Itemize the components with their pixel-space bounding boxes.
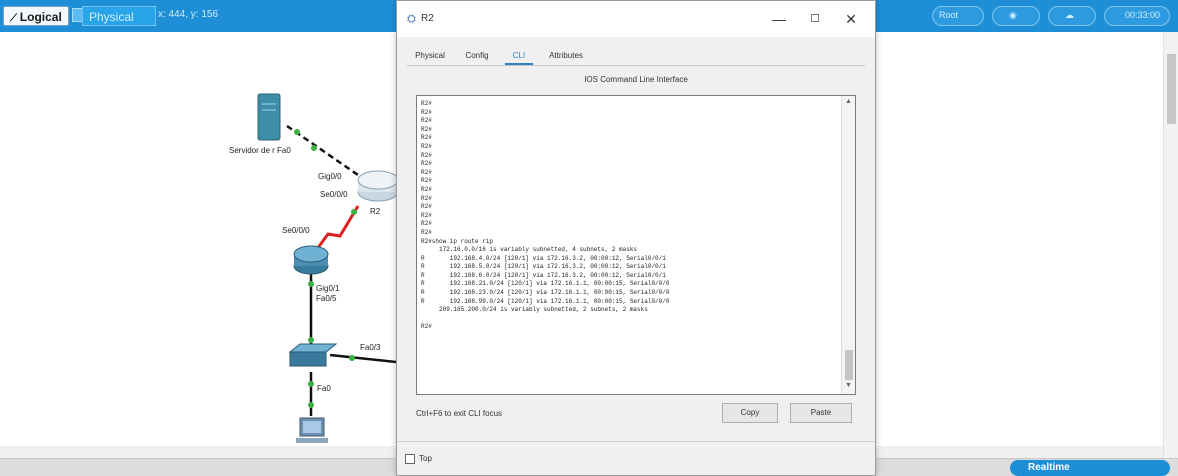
realtime-label: Realtime: [1028, 462, 1070, 473]
right-toolbar: Root ◉ ☁ 00:33:00: [932, 6, 1172, 26]
root-button[interactable]: Root: [932, 6, 984, 26]
console-line: R2#: [421, 134, 432, 142]
network-topology: [257, 93, 396, 443]
cloud-icon: ☁: [1065, 10, 1074, 20]
router-r2-device[interactable]: [357, 170, 396, 202]
server-device[interactable]: [257, 93, 281, 141]
cli-console[interactable]: R2# R2# R2# R2# R2# R2# R2# R2# R2# R2# R2# R2# R2# R…: [416, 95, 856, 395]
console-line: R2#: [421, 211, 432, 219]
port-up-indicator: [349, 355, 355, 361]
console-line: R 192.168.4.0/24 [120/1] via 172.16.3.2,…: [421, 254, 666, 262]
packet-tracer-app: ⟋ Logical Physical x: 444, y: 156 Root ◉…: [0, 0, 1178, 476]
tab-config[interactable]: Config: [459, 47, 495, 65]
console-line: R2#: [421, 160, 432, 168]
copy-button[interactable]: Copy: [722, 403, 778, 423]
console-line: R2#: [421, 194, 432, 202]
fa05-label: Fa0/5: [316, 294, 337, 303]
window-bottom-panel: Top: [397, 441, 875, 475]
device-tabs: Physical Config CLI Attributes: [407, 47, 867, 65]
console-line: 209.165.200.0/24 is variably subnetted, …: [421, 306, 648, 314]
port-up-indicator: [308, 402, 314, 408]
tab-cli[interactable]: CLI: [505, 47, 533, 65]
fa03-label: Fa0/3: [360, 343, 381, 352]
console-line: R2#: [421, 220, 432, 228]
realtime-mode-button[interactable]: Realtime: [1010, 460, 1170, 476]
console-scrollbar[interactable]: ▲ ▼: [841, 96, 855, 394]
tab-physical[interactable]: Physical: [407, 47, 453, 65]
server-label: Servidor de r Fa0: [229, 146, 291, 155]
workspace-vertical-scrollbar[interactable]: [1163, 32, 1178, 458]
tab-attributes[interactable]: Attributes: [541, 47, 591, 65]
console-line: R 192.168.21.0/24 [120/1] via 172.16.1.1…: [421, 280, 670, 288]
window-title: R2: [421, 13, 434, 24]
pc-fa0-label: Fa0: [317, 384, 331, 393]
gig00-label: Gig0/0: [318, 172, 342, 181]
port-up-indicator: [351, 209, 357, 215]
console-line: R 192.168.23.0/24 [120/1] via 172.16.1.1…: [421, 289, 670, 297]
console-line: R2#: [421, 117, 432, 125]
se000-label: Se0/0/0: [320, 190, 348, 199]
switch-uplink[interactable]: [329, 353, 396, 364]
port-up-indicator: [294, 129, 300, 135]
console-line: R 192.168.5.0/24 [120/1] via 172.16.3.2,…: [421, 263, 666, 271]
top-checkbox-label: Top: [419, 454, 432, 463]
console-line: R2#: [421, 125, 432, 133]
console-line: R2#: [421, 228, 432, 236]
router-device[interactable]: [293, 245, 329, 275]
window-titlebar[interactable]: ⛭ R2 — ☐ ✕: [397, 1, 875, 37]
console-line: R2#: [421, 185, 432, 193]
clock-display: 00:33:00: [1104, 6, 1170, 26]
console-line: R2#: [421, 323, 432, 331]
console-line: R2#: [421, 108, 432, 116]
minimize-button[interactable]: —: [759, 7, 799, 31]
port-up-indicator: [311, 145, 317, 151]
view-button[interactable]: ☁: [1048, 6, 1096, 26]
ios-cli-title: IOS Command Line Interface: [584, 75, 688, 84]
console-line: R 192.168.99.0/24 [120/1] via 172.16.1.1…: [421, 297, 670, 305]
router-icon: ⛭: [407, 13, 416, 25]
router2-se-label: Se0/0/0: [282, 226, 310, 235]
r2-label: R2: [370, 207, 381, 216]
tab-divider: [407, 65, 865, 66]
scroll-down-icon[interactable]: ▼: [845, 382, 852, 389]
scroll-thumb[interactable]: [1167, 54, 1176, 124]
port-up-indicator: [308, 281, 314, 287]
nav-icon: ◉: [1009, 10, 1017, 20]
console-line: 172.16.0.0/16 is variably subnetted, 4 s…: [421, 246, 638, 254]
clock-label: 00:33:00: [1125, 10, 1161, 20]
console-line: R2#: [421, 142, 432, 150]
paste-button[interactable]: Paste: [790, 403, 852, 423]
cli-focus-hint: Ctrl+F6 to exit CLI focus: [416, 409, 503, 418]
console-line: R2#: [421, 151, 432, 159]
maximize-button[interactable]: ☐: [795, 7, 835, 31]
switch-device[interactable]: [288, 343, 338, 367]
port-up-indicator: [308, 337, 314, 343]
console-line: R2#: [421, 177, 432, 185]
console-line: R 192.168.6.0/24 [120/1] via 172.16.3.2,…: [421, 271, 666, 279]
router-config-window: ⛭ R2 — ☐ ✕ Physical Config CLI Attribute…: [396, 0, 876, 476]
top-checkbox[interactable]: [405, 454, 415, 464]
port-up-indicator: [308, 381, 314, 387]
navigation-button[interactable]: ◉: [992, 6, 1040, 26]
console-line: R2#: [421, 203, 432, 211]
console-line: R2#: [421, 168, 432, 176]
console-scroll-thumb[interactable]: [845, 350, 853, 380]
console-output: R2# R2# R2# R2# R2# R2# R2# R2# R2# R2# R2# R2# R2# R…: [421, 100, 841, 332]
gig01-label: Gig0/1: [316, 284, 340, 293]
console-line: R2#: [421, 100, 432, 107]
pc-device[interactable]: [296, 417, 328, 443]
console-line: R2#show ip route rip: [421, 237, 494, 245]
scroll-up-icon[interactable]: ▲: [845, 98, 852, 105]
close-button[interactable]: ✕: [831, 7, 871, 31]
root-label: Root: [939, 10, 959, 20]
